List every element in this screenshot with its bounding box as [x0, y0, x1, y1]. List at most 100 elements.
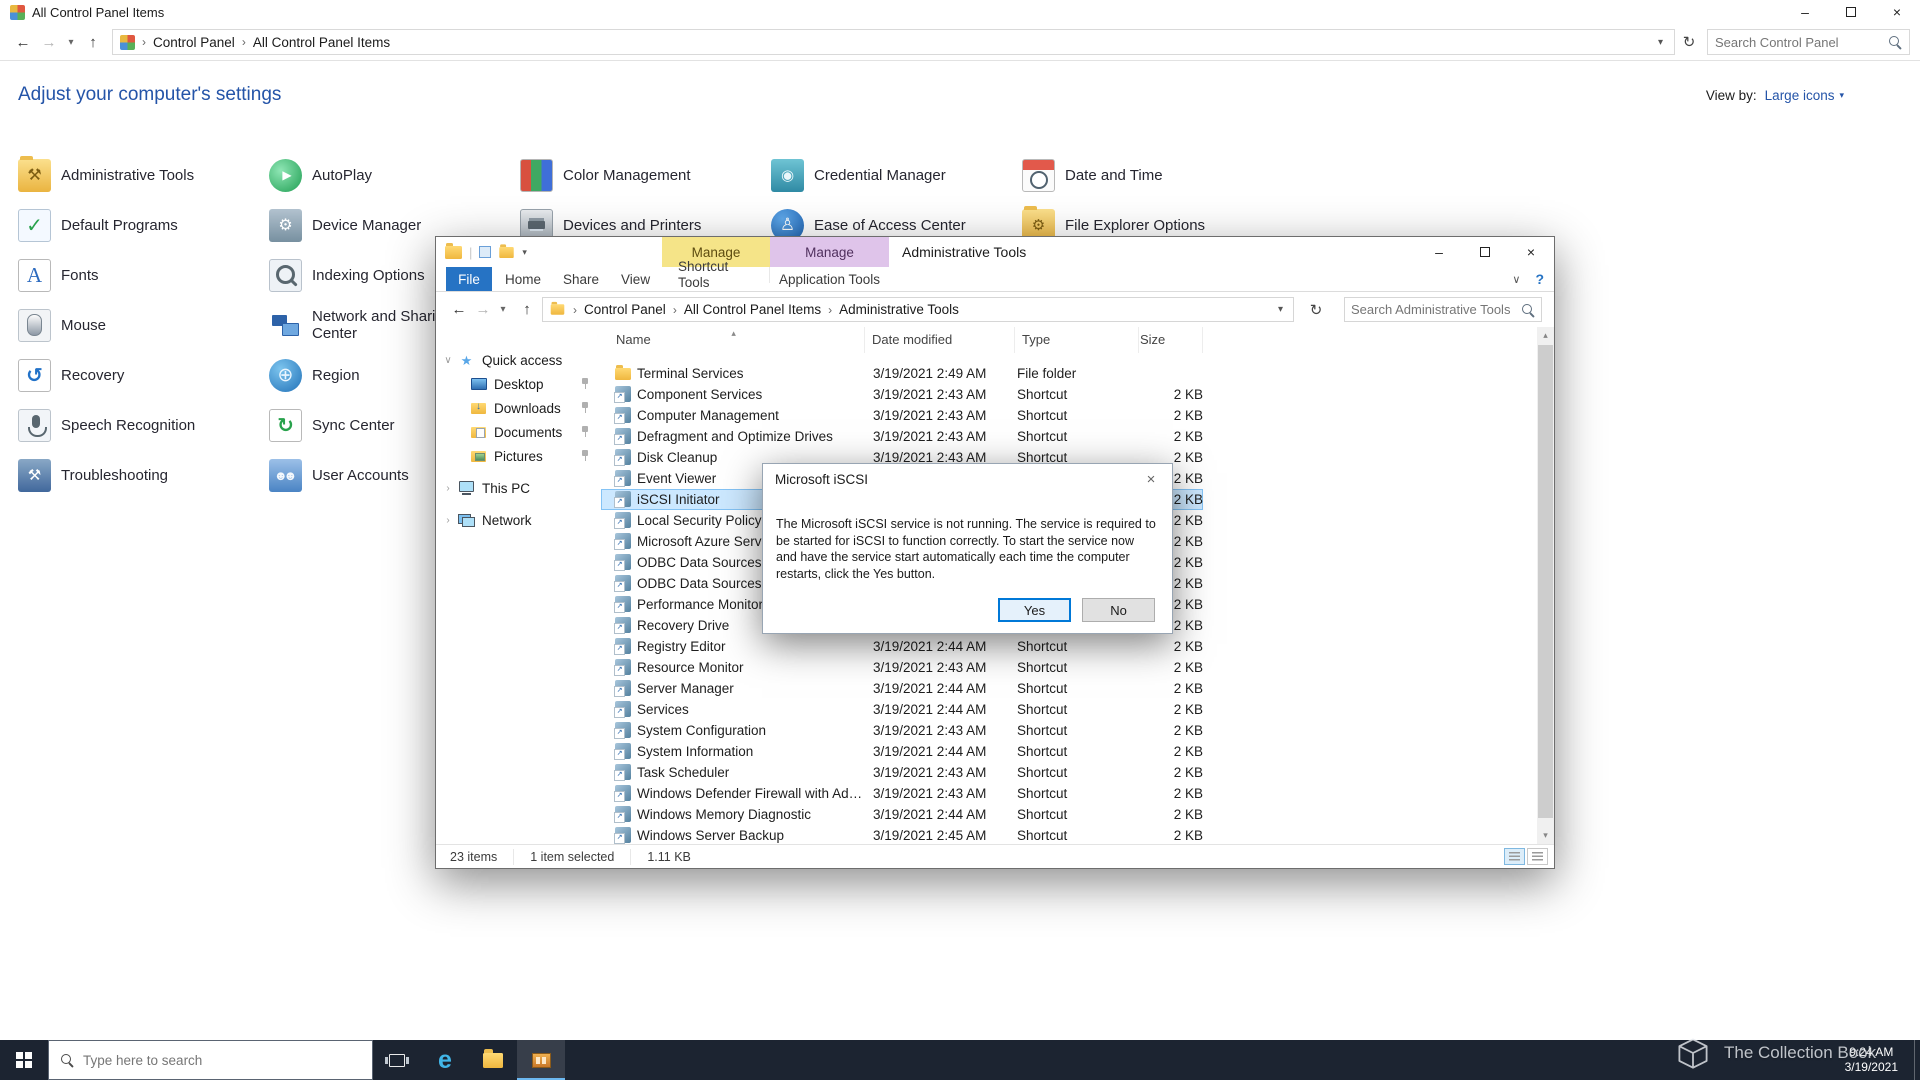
show-desktop-button[interactable] [1914, 1040, 1920, 1080]
search-input[interactable] [1351, 302, 1521, 317]
control-panel-taskbar-button[interactable] [517, 1040, 565, 1080]
tab-application-tools[interactable]: Application Tools [770, 267, 889, 291]
file-date-modified: 3/19/2021 2:43 AM [873, 660, 987, 675]
breadcrumb-item[interactable]: › All Control Panel Items [666, 298, 821, 321]
column-header-row: NameDate modifiedTypeSize [601, 327, 1537, 353]
scrollbar[interactable]: ▴ ▾ [1537, 327, 1554, 844]
column-header[interactable]: Size [1139, 327, 1203, 353]
ribbon-collapse-icon[interactable]: ∨ [1512, 273, 1520, 286]
file-row[interactable]: Task Scheduler 3/19/2021 2:43 AM Shortcu… [601, 762, 1203, 783]
close-button[interactable]: × [1508, 237, 1554, 267]
dialog-close-button[interactable]: × [1130, 464, 1172, 494]
nav-item[interactable]: ∨ Quick access [436, 348, 601, 372]
explorer-window-controls: – × [1416, 237, 1554, 267]
dialog-title: Microsoft iSCSI [775, 471, 869, 487]
manage-header-application-tools[interactable]: Manage [770, 237, 889, 267]
nav-item[interactable]: Downloads [436, 396, 601, 420]
nav-item[interactable]: Documents [436, 420, 601, 444]
ribbon-tab[interactable]: Home [494, 267, 552, 291]
file-row[interactable]: Component Services 3/19/2021 2:43 AM Sho… [601, 384, 1203, 405]
taskbar-search[interactable] [48, 1040, 373, 1080]
maximize-button[interactable] [1462, 237, 1508, 267]
control-panel-item-icon [18, 155, 51, 192]
control-panel-item[interactable]: AutoPlay [269, 153, 514, 197]
scroll-down-icon[interactable]: ▾ [1537, 827, 1554, 844]
nav-expand-icon[interactable]: › [441, 515, 455, 526]
view-toggle-details[interactable] [1504, 848, 1525, 865]
taskbar-search-input[interactable] [83, 1052, 361, 1068]
tab-file[interactable]: File [446, 267, 492, 291]
quick-access-toolbar: | ▾ [445, 237, 527, 267]
file-row[interactable]: Registry Editor 3/19/2021 2:44 AM Shortc… [601, 636, 1203, 657]
file-row[interactable]: Computer Management 3/19/2021 2:43 AM Sh… [601, 405, 1203, 426]
nav-item[interactable]: Pictures [436, 444, 601, 468]
file-size: 2 KB [1173, 807, 1203, 822]
qat-customize-icon[interactable]: ▾ [522, 247, 527, 258]
ribbon-tab[interactable]: Share [552, 267, 610, 291]
file-explorer-button[interactable] [469, 1040, 517, 1080]
nav-item[interactable]: › This PC [436, 476, 601, 500]
file-date-modified: 3/19/2021 2:45 AM [873, 828, 987, 843]
file-row[interactable]: Windows Defender Firewall with Advanced … [601, 783, 1203, 804]
column-header[interactable]: Date modified [865, 327, 1015, 353]
yes-button[interactable]: Yes [998, 598, 1071, 622]
control-panel-item[interactable]: Recovery [18, 353, 263, 397]
back-button[interactable]: ← [446, 296, 472, 322]
control-panel-item[interactable]: Default Programs [18, 203, 263, 247]
refresh-button[interactable]: ↻ [1302, 297, 1330, 322]
address-bar[interactable]: › Control Panel › All Control Panel Items › A… [542, 297, 1294, 322]
task-view-button[interactable] [373, 1040, 421, 1080]
explorer-titlebar: | ▾ Manage Manage Administrative Tools –… [436, 237, 1554, 267]
file-row[interactable]: System Information 3/19/2021 2:44 AM Sho… [601, 741, 1203, 762]
qat-properties-icon[interactable] [479, 246, 492, 258]
scroll-up-icon[interactable]: ▴ [1537, 327, 1554, 344]
scrollbar-thumb[interactable] [1538, 345, 1553, 818]
ribbon-tab[interactable]: View [610, 267, 661, 291]
file-row[interactable]: Server Manager 3/19/2021 2:44 AM Shortcu… [601, 678, 1203, 699]
control-panel-item[interactable]: Mouse [18, 303, 263, 347]
help-button[interactable]: ? [1535, 271, 1544, 287]
breadcrumb-item[interactable]: › Control Panel [566, 298, 666, 321]
control-panel-item[interactable]: Color Management [520, 153, 765, 197]
control-panel-item[interactable]: Administrative Tools [18, 153, 263, 197]
address-dropdown-icon[interactable]: ▾ [1274, 304, 1287, 315]
start-button[interactable] [0, 1040, 48, 1080]
minimize-button[interactable]: – [1416, 237, 1462, 267]
control-panel-item[interactable]: Date and Time [1022, 153, 1267, 197]
control-panel-item[interactable]: Credential Manager [771, 153, 1016, 197]
nav-item[interactable]: › Network [436, 508, 601, 532]
up-button[interactable]: ↑ [514, 296, 540, 322]
nav-expand-icon[interactable]: ∨ [441, 355, 455, 366]
file-row[interactable]: Resource Monitor 3/19/2021 2:43 AM Short… [601, 657, 1203, 678]
column-header[interactable]: Name [609, 327, 865, 353]
file-row[interactable]: Windows Memory Diagnostic 3/19/2021 2:44… [601, 804, 1203, 825]
file-row[interactable]: Terminal Services 3/19/2021 2:49 AM File… [601, 363, 1203, 384]
recent-locations-dropdown-icon[interactable]: ▾ [494, 296, 512, 322]
no-button[interactable]: No [1082, 598, 1155, 622]
file-icon [614, 638, 631, 655]
search-icon [60, 1053, 74, 1067]
status-selected-count: 1 item selected [514, 848, 632, 865]
file-date-modified: 3/19/2021 2:44 AM [873, 807, 987, 822]
control-panel-item-label: Ease of Access Center [814, 216, 966, 234]
edge-button[interactable]: e [421, 1040, 469, 1080]
nav-expand-icon[interactable]: › [441, 483, 455, 494]
breadcrumb-label: All Control Panel Items [683, 302, 822, 317]
file-row[interactable]: System Configuration 3/19/2021 2:43 AM S… [601, 720, 1203, 741]
tray-clock[interactable]: 9:24 AM 3/19/2021 [1829, 1045, 1914, 1075]
nav-item[interactable]: Desktop [436, 372, 601, 396]
tab-shortcut-tools[interactable]: Shortcut Tools [662, 259, 770, 290]
column-header[interactable]: Type [1015, 327, 1139, 353]
breadcrumb-item[interactable]: › Administrative Tools [821, 298, 959, 321]
forward-button[interactable]: → [470, 296, 496, 322]
file-row[interactable]: Services 3/19/2021 2:44 AM Shortcut 2 KB [601, 699, 1203, 720]
control-panel-item[interactable]: Troubleshooting [18, 453, 263, 497]
view-toggle-icons[interactable] [1527, 848, 1548, 865]
explorer-title: Administrative Tools [902, 244, 1027, 260]
control-panel-item[interactable]: Fonts [18, 253, 263, 297]
qat-new-folder-icon[interactable] [499, 243, 515, 258]
control-panel-item[interactable]: Speech Recognition [18, 403, 263, 447]
file-row[interactable]: Windows Server Backup 3/19/2021 2:45 AM … [601, 825, 1203, 844]
file-row[interactable]: Defragment and Optimize Drives 3/19/2021… [601, 426, 1203, 447]
explorer-search-box[interactable] [1344, 297, 1542, 322]
